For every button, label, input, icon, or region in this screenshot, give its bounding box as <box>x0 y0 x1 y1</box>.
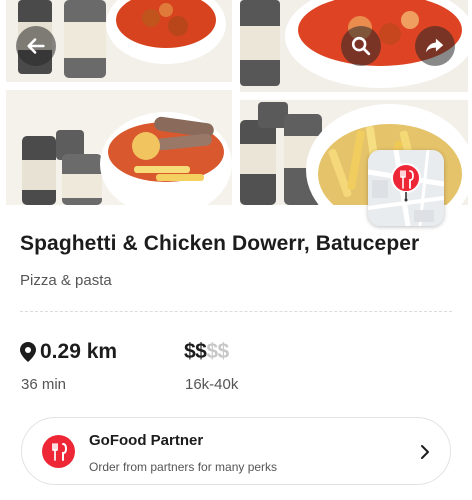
search-icon <box>351 36 371 56</box>
fork-knife-icon <box>51 442 67 461</box>
share-icon <box>425 38 444 53</box>
partner-title: GoFood Partner <box>89 432 204 449</box>
food-photo[interactable] <box>6 90 232 205</box>
price-level-inactive: $$ <box>206 340 229 363</box>
share-button[interactable] <box>415 26 455 66</box>
price-level: $$$$ <box>184 340 229 364</box>
restaurant-name: Spaghetti & Chicken Dowerr, Batuceper <box>20 232 420 255</box>
chevron-right-icon <box>421 445 429 459</box>
gofood-partner-card[interactable]: GoFood Partner Order from partners for m… <box>21 417 451 485</box>
distance-info: 0.29 km <box>20 340 117 364</box>
price-level-active: $$ <box>184 340 207 363</box>
partner-subtitle: Order from partners for many perks <box>89 460 278 474</box>
location-pin-icon <box>20 342 36 362</box>
back-button[interactable] <box>16 26 56 66</box>
distance-value: 0.29 km <box>40 340 118 363</box>
arrow-left-icon <box>27 38 45 54</box>
search-button[interactable] <box>341 26 381 66</box>
restaurant-category: Pizza & pasta <box>20 272 112 289</box>
partner-logo <box>42 435 75 468</box>
divider <box>20 311 452 312</box>
restaurant-marker-icon <box>391 163 421 202</box>
delivery-time: 36 min <box>21 376 67 393</box>
map-preview[interactable] <box>368 150 444 226</box>
price-range: 16k-40k <box>185 376 239 393</box>
